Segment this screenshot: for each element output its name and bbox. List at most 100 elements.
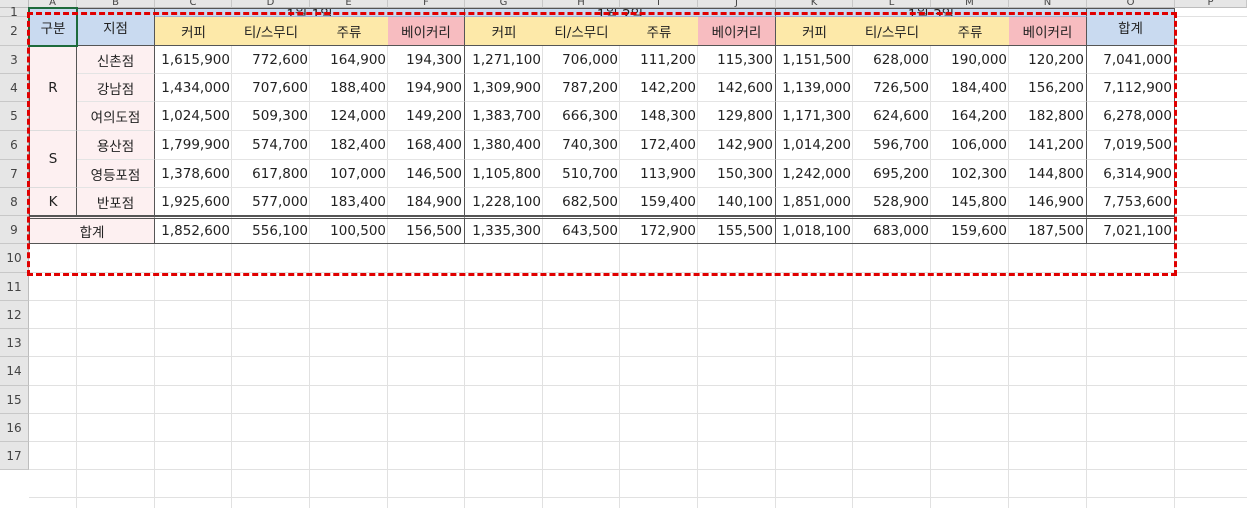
column-header[interactable]: I: [620, 0, 698, 8]
value-cell[interactable]: 113,900: [620, 160, 698, 188]
row-total-cell[interactable]: 7,041,000: [1087, 46, 1175, 74]
value-cell[interactable]: 510,700: [543, 160, 620, 188]
value-cell[interactable]: 164,200: [931, 102, 1009, 131]
value-cell[interactable]: 528,900: [853, 188, 931, 216]
column-header[interactable]: B: [77, 0, 155, 8]
product-header-cell[interactable]: 주류: [931, 17, 1009, 46]
value-cell[interactable]: 156,200: [1009, 74, 1087, 102]
row-total-cell[interactable]: 7,753,600: [1087, 188, 1175, 216]
value-cell[interactable]: 183,400: [310, 188, 388, 216]
value-cell[interactable]: 129,800: [698, 102, 776, 131]
branch-name-cell[interactable]: 용산점: [77, 131, 155, 160]
value-cell[interactable]: 682,500: [543, 188, 620, 216]
value-cell[interactable]: 142,900: [698, 131, 776, 160]
value-cell[interactable]: 102,300: [931, 160, 1009, 188]
value-cell[interactable]: 706,000: [543, 46, 620, 74]
product-header-cell[interactable]: 주류: [310, 17, 388, 46]
summary-value-cell[interactable]: 172,900: [620, 216, 698, 244]
value-cell[interactable]: 142,200: [620, 74, 698, 102]
row-header[interactable]: 17: [0, 442, 29, 470]
value-cell[interactable]: 146,900: [1009, 188, 1087, 216]
row-header[interactable]: 6: [0, 131, 29, 160]
branch-name-cell[interactable]: 여의도점: [77, 102, 155, 131]
product-header-cell[interactable]: 베이커리: [1009, 17, 1087, 46]
value-cell[interactable]: 111,200: [620, 46, 698, 74]
summary-value-cell[interactable]: 156,500: [388, 216, 465, 244]
total-header-cell[interactable]: 합계: [1087, 8, 1175, 46]
value-cell[interactable]: 666,300: [543, 102, 620, 131]
value-cell[interactable]: 188,400: [310, 74, 388, 102]
value-cell[interactable]: 596,700: [853, 131, 931, 160]
row-header[interactable]: 13: [0, 329, 29, 357]
value-cell[interactable]: 107,000: [310, 160, 388, 188]
value-cell[interactable]: 140,100: [698, 188, 776, 216]
column-header[interactable]: E: [310, 0, 388, 8]
row-total-cell[interactable]: 6,278,000: [1087, 102, 1175, 131]
value-cell[interactable]: 150,300: [698, 160, 776, 188]
value-cell[interactable]: 1,383,700: [465, 102, 543, 131]
value-cell[interactable]: 146,500: [388, 160, 465, 188]
value-cell[interactable]: 577,000: [232, 188, 310, 216]
row-header[interactable]: 7: [0, 160, 29, 188]
row-total-cell[interactable]: 6,314,900: [1087, 160, 1175, 188]
row-header[interactable]: 8: [0, 188, 29, 216]
column-header[interactable]: K: [776, 0, 853, 8]
column-header[interactable]: P: [1175, 0, 1247, 8]
value-cell[interactable]: 1,851,000: [776, 188, 853, 216]
value-cell[interactable]: 194,900: [388, 74, 465, 102]
value-cell[interactable]: 1,380,400: [465, 131, 543, 160]
value-cell[interactable]: 194,300: [388, 46, 465, 74]
value-cell[interactable]: 1,242,000: [776, 160, 853, 188]
row-header[interactable]: 16: [0, 414, 29, 442]
value-cell[interactable]: 1,615,900: [155, 46, 232, 74]
row-total-cell[interactable]: 7,112,900: [1087, 74, 1175, 102]
column-header[interactable]: J: [698, 0, 776, 8]
summary-value-cell[interactable]: 556,100: [232, 216, 310, 244]
value-cell[interactable]: 1,925,600: [155, 188, 232, 216]
summary-value-cell[interactable]: 159,600: [931, 216, 1009, 244]
value-cell[interactable]: 1,139,000: [776, 74, 853, 102]
summary-value-cell[interactable]: 100,500: [310, 216, 388, 244]
row-header[interactable]: 3: [0, 46, 29, 74]
column-header[interactable]: G: [465, 0, 543, 8]
value-cell[interactable]: 772,600: [232, 46, 310, 74]
value-cell[interactable]: 1,171,300: [776, 102, 853, 131]
value-cell[interactable]: 164,900: [310, 46, 388, 74]
value-cell[interactable]: 726,500: [853, 74, 931, 102]
date-header-cell[interactable]: 1월 3일: [776, 8, 1087, 17]
product-header-cell[interactable]: 베이커리: [698, 17, 776, 46]
value-cell[interactable]: 509,300: [232, 102, 310, 131]
value-cell[interactable]: 149,200: [388, 102, 465, 131]
product-header-cell[interactable]: 티/스무디: [232, 17, 310, 46]
value-cell[interactable]: 142,600: [698, 74, 776, 102]
summary-value-cell[interactable]: 1,335,300: [465, 216, 543, 244]
value-cell[interactable]: 159,400: [620, 188, 698, 216]
summary-value-cell[interactable]: 643,500: [543, 216, 620, 244]
value-cell[interactable]: 624,600: [853, 102, 931, 131]
branch-name-cell[interactable]: 신촌점: [77, 46, 155, 74]
summary-value-cell[interactable]: 187,500: [1009, 216, 1087, 244]
group-cell[interactable]: K: [29, 188, 77, 216]
summary-value-cell[interactable]: 683,000: [853, 216, 931, 244]
value-cell[interactable]: 1,378,600: [155, 160, 232, 188]
product-header-cell[interactable]: 커피: [155, 17, 232, 46]
column-header[interactable]: L: [853, 0, 931, 8]
summary-value-cell[interactable]: 155,500: [698, 216, 776, 244]
value-cell[interactable]: 106,000: [931, 131, 1009, 160]
column-header[interactable]: D: [232, 0, 310, 8]
column-header[interactable]: H: [543, 0, 620, 8]
value-cell[interactable]: 182,400: [310, 131, 388, 160]
column-header[interactable]: M: [931, 0, 1009, 8]
product-header-cell[interactable]: 주류: [620, 17, 698, 46]
value-cell[interactable]: 740,300: [543, 131, 620, 160]
row-header[interactable]: 2: [0, 17, 29, 46]
row-header[interactable]: 15: [0, 386, 29, 414]
branch-name-cell[interactable]: 영등포점: [77, 160, 155, 188]
value-cell[interactable]: 184,400: [931, 74, 1009, 102]
date-header-cell[interactable]: 1월 2일: [465, 8, 776, 17]
value-cell[interactable]: 141,200: [1009, 131, 1087, 160]
value-cell[interactable]: 695,200: [853, 160, 931, 188]
value-cell[interactable]: 115,300: [698, 46, 776, 74]
column-header[interactable]: C: [155, 0, 232, 8]
value-cell[interactable]: 120,200: [1009, 46, 1087, 74]
